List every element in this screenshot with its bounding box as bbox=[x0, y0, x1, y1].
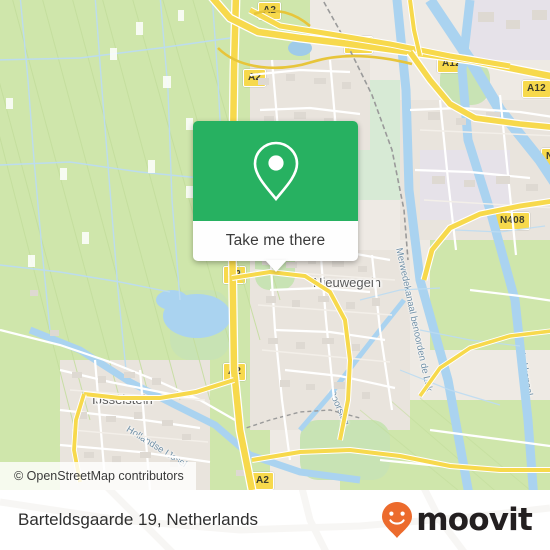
moovit-pin-smile-icon bbox=[382, 502, 413, 538]
moovit-wordmark: moovit bbox=[416, 501, 533, 538]
footer-bar: Barteldsgaarde 19, Netherlands moovit bbox=[0, 490, 550, 550]
address-label: Barteldsgaarde 19, Netherlands bbox=[18, 510, 259, 529]
location-callout-card[interactable]: Take me there bbox=[193, 121, 358, 272]
callout-tail bbox=[264, 260, 287, 272]
callout-action-panel[interactable]: Take me there bbox=[193, 221, 358, 272]
callout-icon-panel bbox=[193, 121, 358, 221]
map-canvas[interactable]: Nieuwegein IJsselstein Hollandse IJssel … bbox=[0, 0, 550, 490]
take-me-there-label: Take me there bbox=[225, 232, 326, 249]
map-screenshot: Nieuwegein IJsselstein Hollandse IJssel … bbox=[0, 0, 550, 550]
attribution-text: © OpenStreetMap contributors bbox=[14, 469, 184, 483]
map-attribution: © OpenStreetMap contributors bbox=[0, 462, 196, 490]
moovit-logo[interactable]: moovit bbox=[380, 500, 533, 540]
map-pin-icon bbox=[253, 141, 298, 202]
